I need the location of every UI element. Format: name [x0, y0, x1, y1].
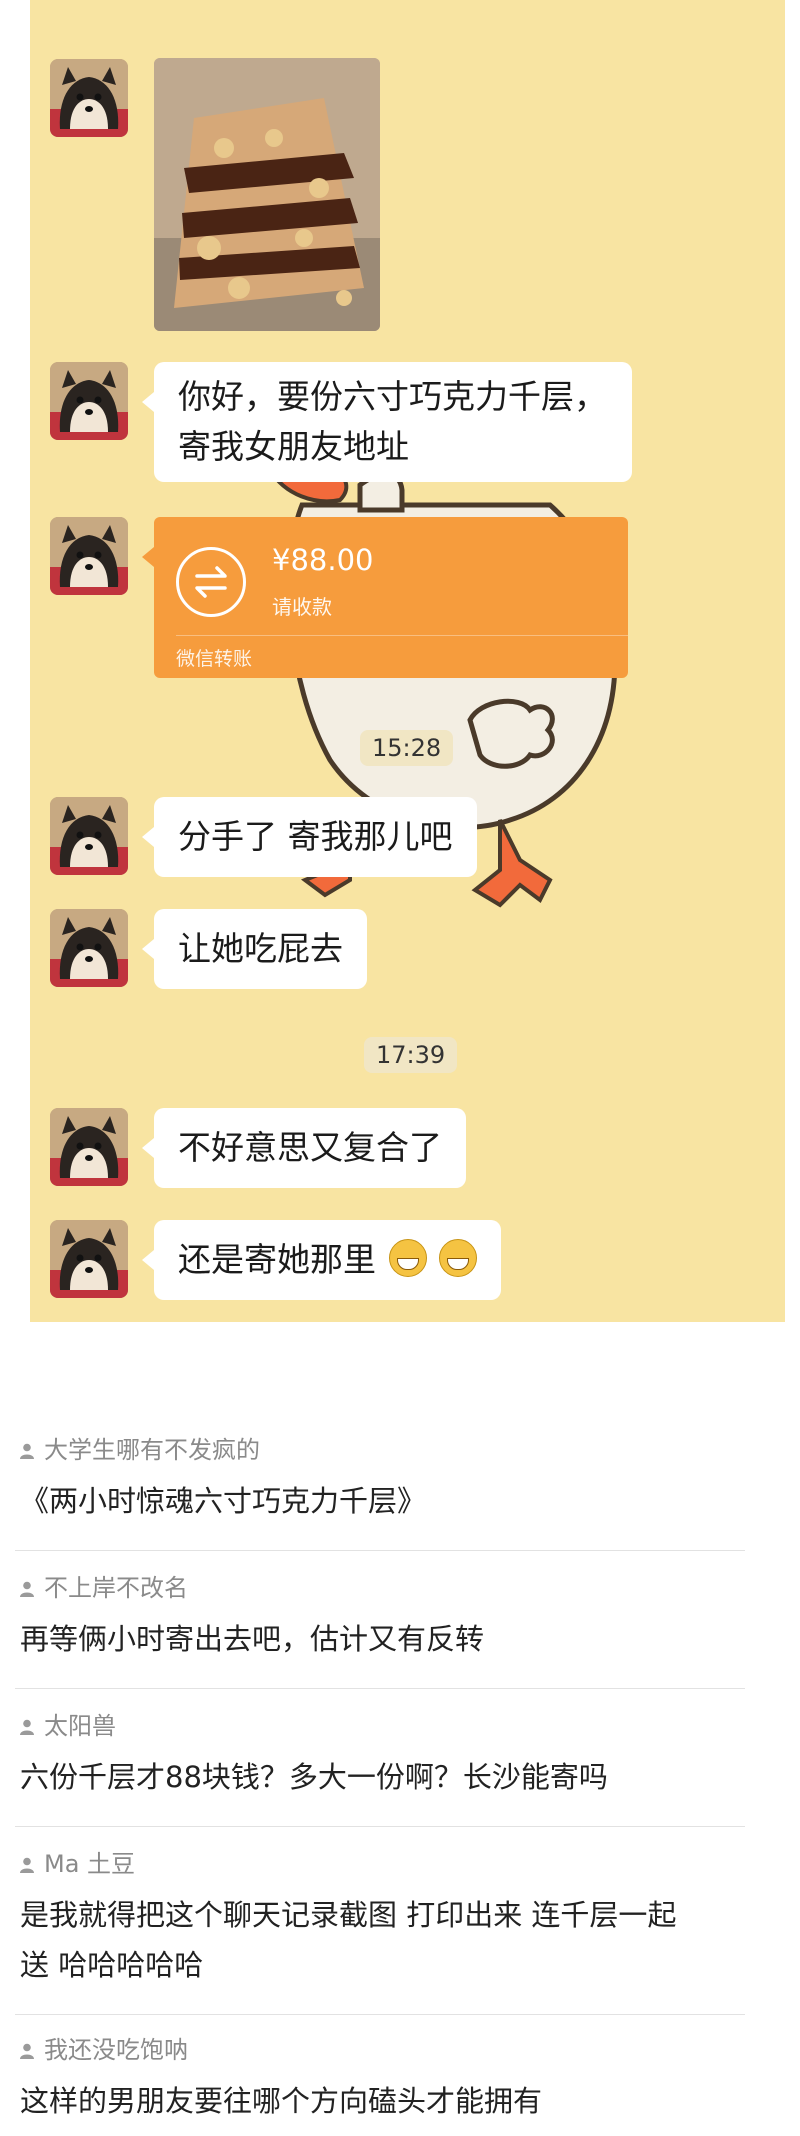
- message-text: 还是寄她那里: [178, 1240, 376, 1279]
- divider: [15, 1826, 745, 1827]
- comment-text: 再等俩小时寄出去吧，估计又有反转: [20, 1622, 485, 1656]
- divider: [15, 1688, 745, 1689]
- avatar[interactable]: [50, 797, 128, 875]
- shiba-dog-avatar-icon: [50, 362, 128, 440]
- grin-emoji-icon: [439, 1239, 477, 1277]
- message-text: 不好意思又复合了: [178, 1128, 442, 1167]
- timestamp: 15:28: [360, 730, 454, 766]
- comment-user: 不上岸不改名: [20, 1568, 745, 1608]
- comment-text-line: 是我就得把这个聊天记录截图 打印出来 连千层一起: [20, 1898, 677, 1932]
- message-bubble[interactable]: 还是寄她那里: [142, 1220, 501, 1300]
- transfer-card[interactable]: ¥88.00 请收款 微信转账: [142, 517, 628, 678]
- transfer-footer: 微信转账: [176, 648, 253, 670]
- user-icon: [20, 2043, 34, 2059]
- user-icon: [20, 1581, 34, 1597]
- comment-username[interactable]: 我还没吃饱呐: [44, 2036, 188, 2064]
- cake-photo[interactable]: [154, 58, 380, 331]
- shiba-dog-avatar-icon: [50, 1220, 128, 1298]
- message-bubble[interactable]: 不好意思又复合了: [142, 1108, 466, 1188]
- timestamp: 17:39: [364, 1037, 458, 1073]
- comment: 我还没吃饱呐 这样的男朋友要往哪个方向磕头才能拥有: [15, 2030, 745, 2126]
- shiba-dog-avatar-icon: [50, 517, 128, 595]
- shiba-dog-avatar-icon: [50, 59, 128, 137]
- divider: [15, 2014, 745, 2015]
- user-icon: [20, 1719, 34, 1735]
- avatar[interactable]: [50, 362, 128, 440]
- user-icon: [20, 1857, 34, 1873]
- comment-text: 《两小时惊魂六寸巧克力千层》: [20, 1484, 427, 1518]
- comment: 不上岸不改名 再等俩小时寄出去吧，估计又有反转: [15, 1568, 745, 1664]
- comment-text: 是我就得把这个聊天记录截图 打印出来 连千层一起 送 哈哈哈哈哈: [20, 1890, 745, 1990]
- comment-text-line: 送 哈哈哈哈哈: [20, 1948, 204, 1982]
- comment-text: 这样的男朋友要往哪个方向磕头才能拥有: [20, 2084, 543, 2118]
- comment-user: 我还没吃饱呐: [20, 2030, 745, 2070]
- comment-user: Ma 土豆: [20, 1844, 745, 1884]
- message-bubble[interactable]: 你好，要份六寸巧克力千层， 寄我女朋友地址: [142, 362, 632, 482]
- chocolate-crepe-cake-image: [154, 58, 380, 331]
- comment: 太阳兽 六份千层才88块钱？多大一份啊？长沙能寄吗: [15, 1706, 745, 1802]
- avatar[interactable]: [50, 1220, 128, 1298]
- avatar[interactable]: [50, 909, 128, 987]
- transfer-amount: ¥88.00: [272, 543, 374, 577]
- comment-username[interactable]: Ma 土豆: [44, 1850, 135, 1878]
- user-icon: [20, 1443, 34, 1459]
- comment-user: 大学生哪有不发疯的: [20, 1430, 745, 1470]
- comment-username[interactable]: 大学生哪有不发疯的: [44, 1436, 260, 1464]
- message-text: 分手了 寄我那儿吧: [178, 817, 453, 856]
- comment-username[interactable]: 不上岸不改名: [44, 1574, 188, 1602]
- comment: 大学生哪有不发疯的 《两小时惊魂六寸巧克力千层》: [15, 1430, 745, 1526]
- comment-text: 六份千层才88块钱？多大一份啊？长沙能寄吗: [20, 1760, 608, 1794]
- shiba-dog-avatar-icon: [50, 909, 128, 987]
- transfer-divider: [176, 635, 628, 636]
- avatar[interactable]: [50, 1108, 128, 1186]
- transfer-arrows-icon: [176, 547, 246, 617]
- chat-screenshot: 你好，要份六寸巧克力千层， 寄我女朋友地址 ¥88.00 请收款 微信转账 15…: [30, 0, 785, 1322]
- comment-username[interactable]: 太阳兽: [44, 1712, 116, 1740]
- transfer-status: 请收款: [272, 595, 332, 619]
- grin-emoji-icon: [388, 1239, 427, 1277]
- message-line: 寄我女朋友地址: [178, 427, 409, 466]
- comment-user: 太阳兽: [20, 1706, 745, 1746]
- shiba-dog-avatar-icon: [50, 797, 128, 875]
- divider: [15, 1550, 745, 1551]
- message-bubble[interactable]: 分手了 寄我那儿吧: [142, 797, 477, 877]
- message-text: 让她吃屁去: [178, 929, 343, 968]
- comment: Ma 土豆 是我就得把这个聊天记录截图 打印出来 连千层一起 送 哈哈哈哈哈: [15, 1844, 745, 1990]
- message-line: 你好，要份六寸巧克力千层，: [178, 377, 607, 416]
- shiba-dog-avatar-icon: [50, 1108, 128, 1186]
- message-bubble[interactable]: 让她吃屁去: [142, 909, 367, 989]
- avatar[interactable]: [50, 517, 128, 595]
- avatar[interactable]: [50, 59, 128, 137]
